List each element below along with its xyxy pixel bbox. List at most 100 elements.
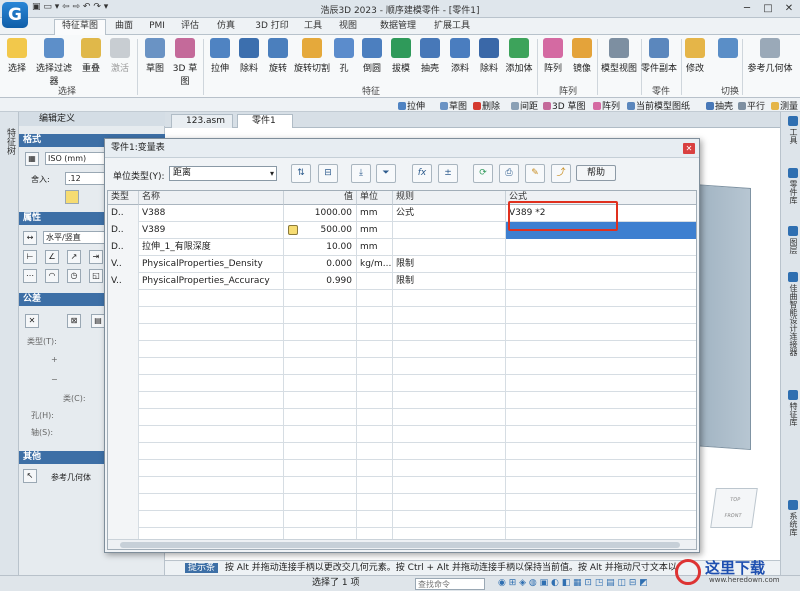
view-cube-top[interactable]: TOP (715, 497, 756, 503)
table-row[interactable] (108, 494, 696, 511)
cell-formula[interactable] (506, 460, 696, 477)
close-window-button[interactable]: ✕ (778, 0, 800, 18)
tab-surface[interactable]: 曲面 (110, 20, 138, 35)
cell-formula[interactable] (506, 341, 696, 358)
cell-formula[interactable] (506, 494, 696, 511)
cell-unit[interactable]: mm (357, 239, 393, 256)
cell-formula[interactable] (506, 239, 696, 256)
table-row[interactable] (108, 511, 696, 528)
col-header-unit[interactable]: 单位 (357, 191, 393, 205)
select-button[interactable]: 选择 (3, 38, 31, 74)
right-tab-system-library[interactable]: 系统库 (784, 500, 799, 536)
unit-type-select[interactable]: 距离 ▾ (169, 166, 277, 181)
close-icon[interactable]: ✕ (25, 314, 39, 328)
cell-name[interactable] (139, 460, 284, 477)
tab-view[interactable]: 视图 (336, 20, 360, 35)
cell-name[interactable] (139, 290, 284, 307)
cell-name[interactable] (139, 409, 284, 426)
help-button[interactable]: 帮助 (576, 165, 616, 181)
cell-unit[interactable] (357, 392, 393, 409)
col-header-rule[interactable]: 规则 (393, 191, 506, 205)
table-row[interactable] (108, 460, 696, 477)
cursor-icon[interactable]: ↖ (23, 469, 37, 483)
cell-type[interactable] (108, 375, 139, 392)
cell-rule[interactable] (393, 443, 506, 460)
revolve-cut-button[interactable]: 旋转切割 (294, 38, 330, 74)
feature-tree-tab[interactable]: 特征树 (4, 128, 17, 155)
scrollbar-thumb[interactable] (120, 542, 680, 548)
cell-formula[interactable] (506, 409, 696, 426)
toolbar-measure[interactable]: 测量 (771, 99, 798, 112)
cell-value[interactable] (284, 290, 357, 307)
right-tab-layers[interactable]: 图层 (784, 226, 799, 254)
dimension-style-icon[interactable]: ↔ (23, 231, 37, 245)
table-row[interactable] (108, 392, 696, 409)
cell-value[interactable]: 0.990 (284, 273, 357, 290)
table-row[interactable] (108, 307, 696, 324)
cell-type[interactable]: D.. (108, 205, 139, 222)
arc-icon[interactable]: ◠ (45, 269, 59, 283)
arrow-icon[interactable]: ↗ (67, 250, 81, 264)
cell-formula[interactable] (506, 358, 696, 375)
cell-unit[interactable]: kg/m... (357, 256, 393, 273)
cell-name[interactable] (139, 307, 284, 324)
table-row[interactable] (108, 426, 696, 443)
cell-unit[interactable] (357, 494, 393, 511)
cell-value[interactable] (284, 392, 357, 409)
lock-icon[interactable] (288, 225, 298, 235)
cell-unit[interactable] (357, 358, 393, 375)
export-button[interactable]: ⤴ (551, 164, 571, 183)
cell-formula[interactable] (506, 324, 696, 341)
cell-rule[interactable] (393, 494, 506, 511)
cut-button[interactable]: 除料 (237, 38, 261, 74)
status-icons[interactable]: ◉ ⊞ ◈ ◍ ▣ ◐ ◧ ▦ ⊡ ◳ ▤ ◫ ⊟ ◩ (498, 576, 648, 591)
right-tab-connector[interactable]: 佳曲智能设计连接器 (784, 272, 799, 356)
cell-value[interactable] (284, 341, 357, 358)
cell-type[interactable] (108, 324, 139, 341)
linear-icon[interactable]: ⊢ (23, 250, 37, 264)
cell-type[interactable]: D.. (108, 239, 139, 256)
cell-rule[interactable] (393, 324, 506, 341)
cell-name[interactable] (139, 477, 284, 494)
draft-button[interactable]: 拔模 (390, 38, 412, 74)
table-row[interactable] (108, 341, 696, 358)
tab-pmi[interactable]: PMI (144, 20, 170, 35)
reference-geometry-button[interactable]: 参考几何体 (745, 38, 795, 74)
toolbar-3d-sketch[interactable]: 3D 草图 (543, 99, 586, 112)
cell-type[interactable] (108, 426, 139, 443)
radius-icon[interactable]: ◷ (67, 269, 81, 283)
tab-tools[interactable]: 工具 (301, 20, 325, 35)
col-header-name[interactable]: 名称 (139, 191, 284, 205)
cell-unit[interactable] (357, 341, 393, 358)
cell-unit[interactable] (357, 375, 393, 392)
cell-name[interactable]: PhysicalProperties_Density (139, 256, 284, 273)
add-material-button[interactable]: 添料 (449, 38, 471, 74)
cell-unit[interactable] (357, 290, 393, 307)
cell-unit[interactable] (357, 460, 393, 477)
format-grid-icon[interactable]: ▦ (25, 152, 39, 166)
cell-type[interactable] (108, 341, 139, 358)
cell-name[interactable] (139, 494, 284, 511)
doc-tab-part1[interactable]: 零件1 (237, 114, 293, 128)
table-row[interactable] (108, 443, 696, 460)
cell-name[interactable] (139, 443, 284, 460)
cell-type[interactable]: D.. (108, 222, 139, 239)
toolbar-sketch[interactable]: 草图 (440, 99, 467, 112)
toolbar-parallel[interactable]: 平行 (738, 99, 765, 112)
toolbar-current-drawing[interactable]: 当前模型图纸 (627, 99, 690, 112)
tab-extension-tools[interactable]: 扩展工具 (428, 20, 476, 35)
modify-button[interactable]: 修改 (684, 38, 706, 74)
edit-link-button[interactable]: ✎ (525, 164, 545, 183)
tab-data-management[interactable]: 数据管理 (374, 20, 422, 35)
sort-button[interactable]: ⇅ (291, 164, 311, 183)
right-tab-part-library[interactable]: 零件库 (784, 168, 799, 204)
cell-rule[interactable] (393, 239, 506, 256)
cell-name[interactable] (139, 511, 284, 528)
pattern-button[interactable]: 阵列 (542, 38, 564, 74)
cell-value[interactable]: 1000.00 (284, 205, 357, 222)
toolbar-shell[interactable]: 抽壳 (706, 99, 733, 112)
cell-rule[interactable] (393, 460, 506, 477)
cell-unit[interactable] (357, 273, 393, 290)
cell-type[interactable] (108, 477, 139, 494)
doc-tab-assembly[interactable]: 123.asm (171, 114, 233, 128)
